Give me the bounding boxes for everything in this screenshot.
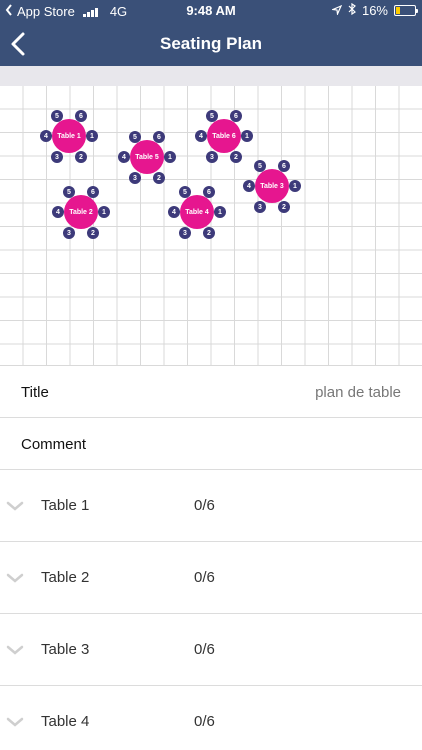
seat-marker[interactable]: 2	[153, 172, 165, 184]
chevron-down-icon	[6, 645, 24, 655]
page-title: Seating Plan	[159, 34, 263, 53]
comment-row[interactable]: Comment	[0, 418, 422, 470]
table-occupancy: 0/6	[194, 713, 215, 730]
table-circle[interactable]: Table 5	[130, 140, 164, 174]
seat-marker[interactable]: 5	[63, 186, 75, 198]
battery-icon	[394, 5, 418, 16]
table-list-item-2[interactable]: Table 2 0/6	[0, 542, 422, 614]
seat-marker[interactable]: 5	[51, 110, 63, 122]
seat-marker[interactable]: 6	[203, 186, 215, 198]
seat-marker[interactable]: 3	[254, 201, 266, 213]
table-list-item-1[interactable]: Table 1 0/6	[0, 470, 422, 542]
seat-marker[interactable]: 2	[230, 151, 242, 163]
table-name: Table 4	[41, 713, 90, 730]
seat-marker[interactable]: 5	[129, 131, 141, 143]
seat-marker[interactable]: 4	[195, 130, 207, 142]
seating-grid[interactable]: Table 1123456 Table 5123456 Table 612345…	[0, 86, 422, 366]
table-list-item-4[interactable]: Table 4 0/6	[0, 686, 422, 750]
seat-marker[interactable]: 4	[52, 206, 64, 218]
seat-marker[interactable]: 5	[179, 186, 191, 198]
seat-marker[interactable]: 3	[206, 151, 218, 163]
table-circle[interactable]: Table 1	[52, 119, 86, 153]
chevron-down-icon	[6, 501, 24, 511]
seat-marker[interactable]: 2	[203, 227, 215, 239]
table-list-item-3[interactable]: Table 3 0/6	[0, 614, 422, 686]
seat-marker[interactable]: 4	[118, 151, 130, 163]
seat-marker[interactable]: 1	[86, 130, 98, 142]
table-circle[interactable]: Table 3	[255, 169, 289, 203]
seat-marker[interactable]: 5	[206, 110, 218, 122]
table-name: Table 1	[41, 497, 90, 514]
chevron-down-icon	[6, 717, 24, 727]
title-value[interactable]: plan de table	[315, 384, 401, 401]
seat-marker[interactable]: 3	[63, 227, 75, 239]
seat-marker[interactable]: 3	[179, 227, 191, 239]
seat-marker[interactable]: 6	[87, 186, 99, 198]
table-circle[interactable]: Table 2	[64, 195, 98, 229]
seat-marker[interactable]: 6	[75, 110, 87, 122]
seat-marker[interactable]: 1	[98, 206, 110, 218]
bluetooth-icon	[348, 2, 356, 18]
seat-marker[interactable]: 1	[289, 180, 301, 192]
status-bar: App Store 4G 9:48 AM 16%	[0, 0, 422, 22]
seat-marker[interactable]: 6	[230, 110, 242, 122]
seat-marker[interactable]: 1	[241, 130, 253, 142]
title-row[interactable]: Title plan de table	[0, 366, 422, 418]
seat-marker[interactable]: 6	[153, 131, 165, 143]
table-circle[interactable]: Table 4	[180, 195, 214, 229]
seat-marker[interactable]: 6	[278, 160, 290, 172]
seat-marker[interactable]: 4	[168, 206, 180, 218]
table-circle[interactable]: Table 6	[207, 119, 241, 153]
table-occupancy: 0/6	[194, 641, 215, 658]
seat-marker[interactable]: 4	[243, 180, 255, 192]
seat-marker[interactable]: 2	[278, 201, 290, 213]
title-label: Title	[21, 384, 49, 401]
seat-marker[interactable]: 2	[87, 227, 99, 239]
status-right: 16%	[330, 2, 418, 18]
seat-marker[interactable]: 3	[129, 172, 141, 184]
seat-marker[interactable]: 3	[51, 151, 63, 163]
seat-marker[interactable]: 2	[75, 151, 87, 163]
seat-marker[interactable]: 5	[254, 160, 266, 172]
chevron-down-icon	[6, 573, 24, 583]
seat-marker[interactable]: 1	[214, 206, 226, 218]
seat-marker[interactable]: 1	[164, 151, 176, 163]
location-arrow-icon	[330, 3, 343, 18]
comment-label: Comment	[21, 436, 87, 453]
battery-percent: 16%	[361, 3, 388, 18]
table-name: Table 2	[41, 569, 90, 586]
table-name: Table 3	[41, 641, 90, 658]
top-bar: App Store 4G 9:48 AM 16% Seating Plan	[0, 0, 422, 66]
table-occupancy: 0/6	[194, 497, 215, 514]
table-occupancy: 0/6	[194, 569, 215, 586]
seat-marker[interactable]: 4	[40, 130, 52, 142]
separator	[0, 66, 422, 86]
navigation-bar: Seating Plan	[0, 22, 422, 66]
